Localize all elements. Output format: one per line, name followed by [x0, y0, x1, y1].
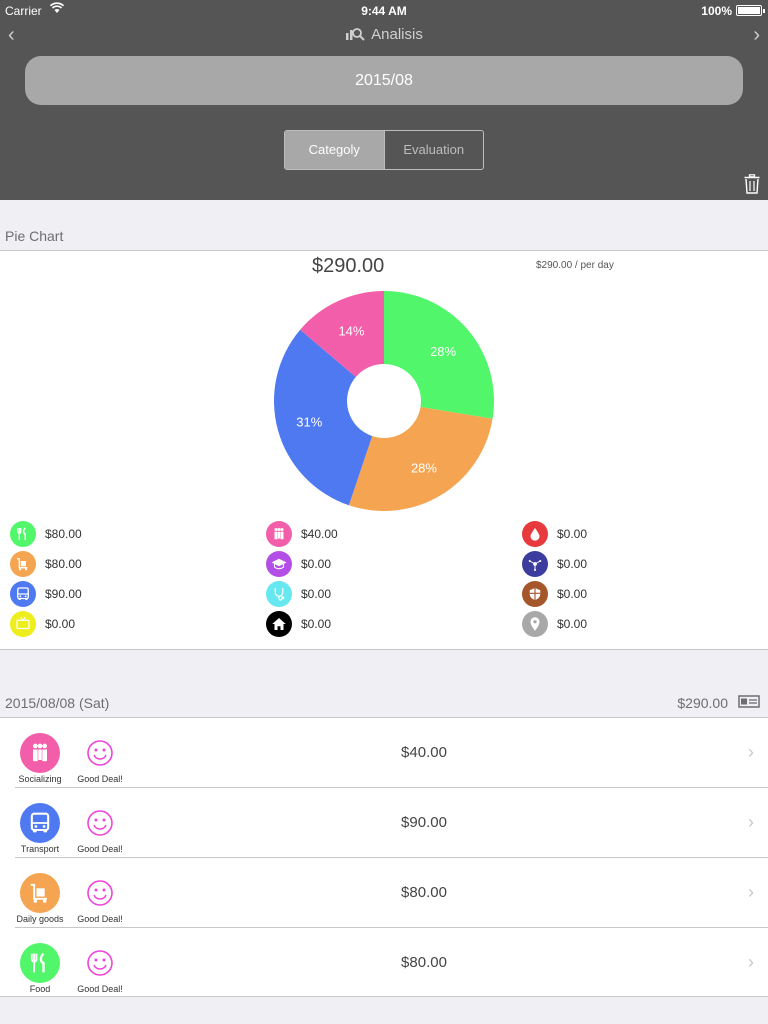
category-label: Daily goods	[16, 914, 64, 924]
entry-amount: $40.00	[401, 744, 447, 761]
view-segmented-control: Categoly Evaluation	[284, 130, 484, 170]
per-day-label: $290.00 / per day	[536, 260, 614, 271]
smiley-icon	[86, 879, 114, 912]
category-label: Food	[29, 984, 51, 994]
legend-item: $0.00	[266, 611, 331, 637]
pie-slice-label: 14%	[338, 324, 364, 339]
legend-value: $0.00	[301, 557, 332, 571]
network-icon	[522, 551, 548, 577]
entry-row[interactable]: Socializing Good Deal! $40.00 ›	[0, 718, 768, 788]
entry-amount: $80.00	[401, 884, 447, 901]
pie-card: $290.00 $290.00 / per day 28% 28% 31% 14% $…	[0, 250, 768, 650]
legend-value: $80.00	[45, 557, 82, 571]
pie-chart: 28% 28% 31% 14%	[274, 291, 494, 511]
pie-slice-label: 28%	[411, 460, 437, 475]
legend-item: $0.00	[266, 581, 331, 607]
smiley-icon	[86, 809, 114, 842]
map-pin-icon	[522, 611, 548, 637]
day-entries-list: Socializing Good Deal! $40.00 › Transport Goo…	[0, 717, 768, 997]
legend-value: $0.00	[301, 617, 332, 631]
tv-icon	[10, 611, 36, 637]
nav-title-text: Analisis	[371, 26, 423, 43]
pie-slice-daily-goods	[348, 406, 493, 511]
chevron-right-icon: ›	[748, 742, 754, 762]
cart-icon	[20, 873, 60, 913]
legend-item: $80.00	[10, 551, 82, 577]
entry-row[interactable]: Daily goods Good Deal! $80.00 ›	[0, 858, 768, 928]
entry-amount: $80.00	[401, 954, 447, 971]
people-icon	[20, 733, 60, 773]
receipt-icon[interactable]	[738, 695, 760, 714]
forward-chevron-icon[interactable]: ›	[753, 24, 760, 47]
legend-value: $0.00	[557, 587, 588, 601]
house-icon	[266, 611, 292, 637]
legend-item: $0.00	[522, 551, 587, 577]
legend-item: $0.00	[266, 551, 331, 577]
header: Carrier 9:44 AM 100% ‹ Analisis › 2015/0…	[0, 0, 768, 200]
entry-amount: $90.00	[401, 814, 447, 831]
pie-total: $290.00	[312, 255, 385, 277]
smiley-icon	[86, 949, 114, 982]
fork-knife-icon	[10, 521, 36, 547]
legend-value: $0.00	[557, 617, 588, 631]
segment-evaluation[interactable]: Evaluation	[385, 131, 484, 169]
evaluation-label: Good Deal!	[77, 984, 123, 994]
pie-section-label: Pie Chart	[5, 228, 64, 244]
legend-item: $0.00	[522, 611, 587, 637]
nav-bar: ‹ Analisis ›	[0, 22, 768, 48]
battery-percent: 100%	[701, 4, 732, 18]
pie-slice-label: 31%	[296, 415, 322, 430]
legend-value: $80.00	[45, 527, 82, 541]
legend-value: $0.00	[557, 557, 588, 571]
shield-icon	[522, 581, 548, 607]
stethoscope-icon	[266, 581, 292, 607]
graduation-cap-icon	[266, 551, 292, 577]
fork-knife-icon	[20, 943, 60, 983]
entry-row[interactable]: Food Good Deal! $80.00 ›	[0, 928, 768, 998]
day-total: $290.00	[677, 695, 728, 711]
status-time: 9:44 AM	[361, 4, 407, 18]
legend-value: $0.00	[45, 617, 76, 631]
entry-row[interactable]: Transport Good Deal! $90.00 ›	[0, 788, 768, 858]
pie-slice-label: 28%	[430, 344, 456, 359]
evaluation-label: Good Deal!	[77, 844, 123, 854]
drop-icon	[522, 521, 548, 547]
status-bar: Carrier 9:44 AM 100%	[0, 0, 768, 22]
legend-item: $40.00	[266, 521, 338, 547]
nav-title: Analisis	[0, 26, 768, 43]
chevron-right-icon: ›	[748, 882, 754, 902]
legend-item: $80.00	[10, 521, 82, 547]
day-date-label: 2015/08/08 (Sat)	[5, 695, 110, 711]
category-label: Socializing	[18, 774, 62, 784]
bus-icon	[20, 803, 60, 843]
bus-icon	[10, 581, 36, 607]
analysis-icon	[346, 28, 365, 41]
legend-item: $0.00	[522, 521, 587, 547]
legend-value: $40.00	[301, 527, 338, 541]
battery-icon	[736, 5, 765, 16]
month-selector[interactable]: 2015/08	[25, 56, 743, 105]
legend-item: $90.00	[10, 581, 82, 607]
smiley-icon	[86, 739, 114, 772]
evaluation-label: Good Deal!	[77, 774, 123, 784]
segment-category[interactable]: Categoly	[285, 131, 385, 169]
evaluation-label: Good Deal!	[77, 914, 123, 924]
legend-item: $0.00	[10, 611, 75, 637]
chevron-right-icon: ›	[748, 952, 754, 972]
people-icon	[266, 521, 292, 547]
trash-icon[interactable]	[744, 174, 760, 199]
chevron-right-icon: ›	[748, 812, 754, 832]
legend-value: $0.00	[557, 527, 588, 541]
legend-value: $90.00	[45, 587, 82, 601]
legend-item: $0.00	[522, 581, 587, 607]
cart-icon	[10, 551, 36, 577]
legend-value: $0.00	[301, 587, 332, 601]
category-label: Transport	[20, 844, 60, 854]
